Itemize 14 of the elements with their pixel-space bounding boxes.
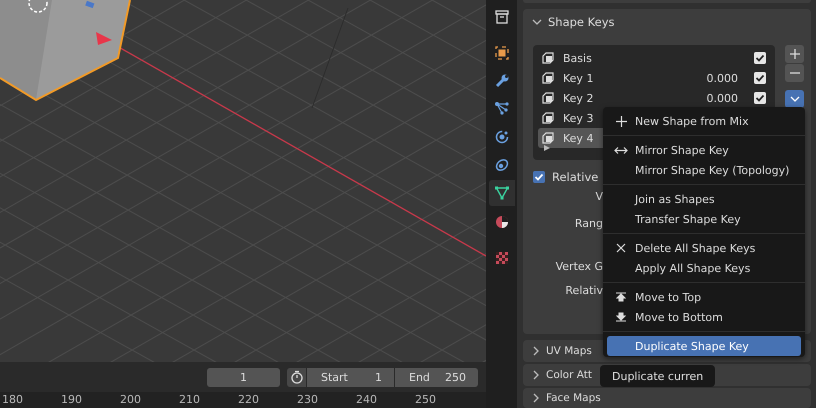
field-label: Rang: [574, 216, 603, 232]
frame-number: 240: [356, 392, 378, 408]
checkbox-label: Relative: [552, 170, 598, 184]
frame-number: 210: [179, 392, 201, 408]
field-label: Vertex G: [556, 259, 603, 275]
frame-number: 190: [61, 392, 83, 408]
frame-number: 200: [120, 392, 142, 408]
frame-number: 230: [297, 392, 319, 408]
frame-number: 250: [415, 392, 437, 408]
tooltip: Duplicate curren: [600, 365, 716, 387]
field-label: V: [595, 189, 603, 205]
frame-number: 180: [2, 392, 24, 408]
frame-number: 220: [238, 392, 260, 408]
field-label: Relativ: [565, 283, 603, 299]
